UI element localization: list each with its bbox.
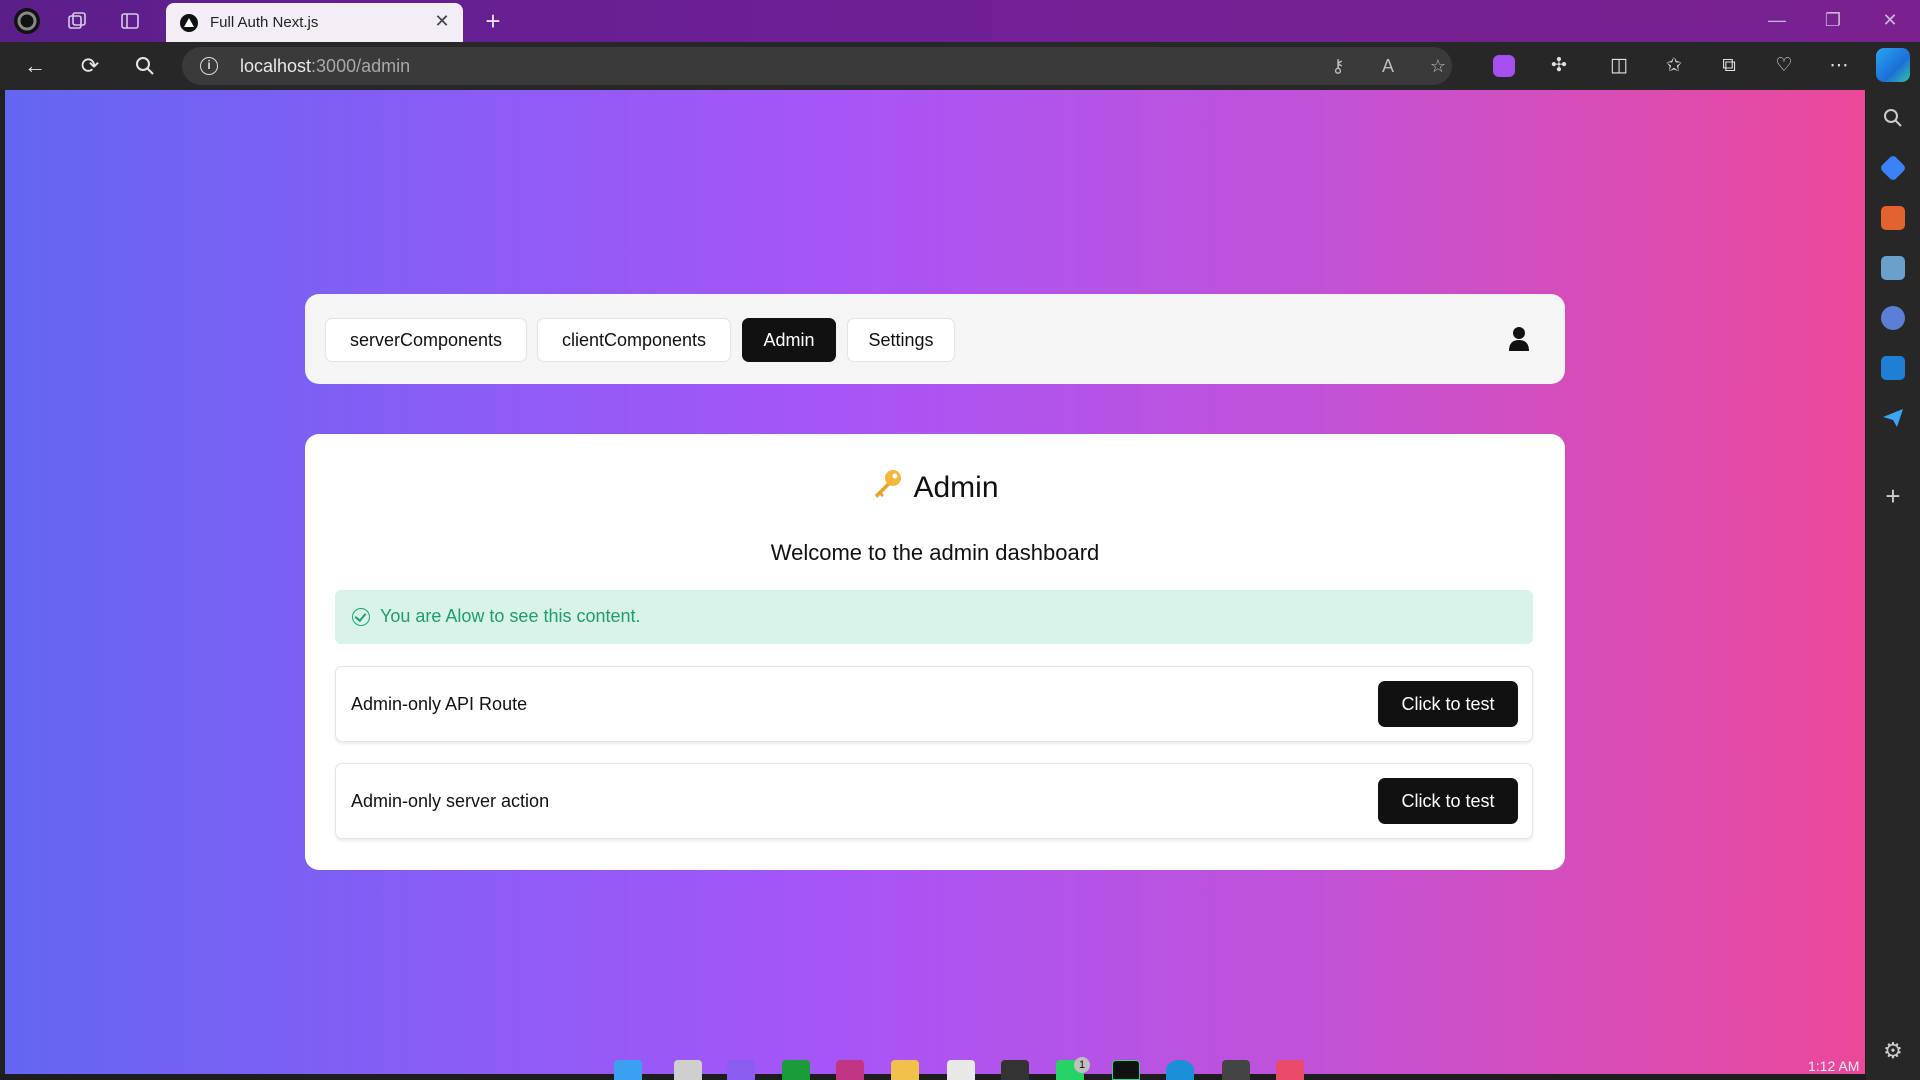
site-info-icon[interactable]: i: [200, 57, 218, 75]
nav-settings[interactable]: Settings: [847, 318, 955, 362]
taskbar-clock[interactable]: 1:12 AM: [1808, 1058, 1859, 1074]
taskbar-store-icon[interactable]: [947, 1060, 975, 1080]
copilot-icon[interactable]: [1876, 48, 1910, 82]
welcome-subtitle: Welcome to the admin dashboard: [770, 540, 1100, 565]
taskbar-snipping-icon[interactable]: [1276, 1060, 1304, 1080]
collections-icon[interactable]: ⧉: [1715, 52, 1743, 80]
taskbar-webstorm-icon[interactable]: [1112, 1060, 1140, 1080]
sidebar-send-icon[interactable]: [1881, 406, 1905, 430]
taskbar-education-icon[interactable]: [1001, 1060, 1029, 1080]
sidebar-search-icon[interactable]: [1881, 106, 1905, 130]
url-host: localhost: [240, 56, 312, 76]
server-action-label: Admin-only server action: [351, 791, 550, 811]
vertical-tabs-icon[interactable]: [115, 6, 145, 36]
page-viewport: serverComponents clientComponents Admin …: [5, 90, 1865, 1076]
tab-title: Full Auth Next.js: [210, 14, 319, 31]
favorites-icon[interactable]: ✩: [1660, 52, 1688, 80]
success-alert: You are Alow to see this content.: [335, 590, 1533, 644]
sidebar-outlook-icon[interactable]: [1881, 356, 1905, 380]
page-title: Admin: [305, 468, 1565, 508]
taskbar-terminal-icon[interactable]: [1222, 1060, 1250, 1080]
nav-client-components[interactable]: clientComponents: [537, 318, 731, 362]
workspaces-icon[interactable]: [62, 6, 92, 36]
sidebar-settings-icon[interactable]: ⚙: [1880, 1038, 1906, 1064]
nav-server-components[interactable]: serverComponents: [325, 318, 527, 362]
windows-taskbar: [0, 1074, 1866, 1080]
profile-avatar-icon[interactable]: [12, 6, 42, 36]
browser-title-bar: Full Auth Next.js ✕ + — ❐ ✕: [0, 0, 1920, 42]
browser-toolbar: ← ⟳ i localhost:3000/admin ⚷ A ☆ ✣ ◫ ✩ ⧉…: [0, 42, 1920, 90]
extensions-puzzle-icon[interactable]: ✣: [1545, 52, 1573, 80]
sidebar-shopping-icon[interactable]: [1879, 154, 1907, 182]
address-bar[interactable]: i localhost:3000/admin ⚷ A ☆: [182, 47, 1452, 85]
check-circle-icon: [352, 608, 370, 626]
taskbar-explorer-icon[interactable]: [891, 1060, 919, 1080]
nextjs-favicon-icon: [180, 14, 198, 32]
nav-admin[interactable]: Admin: [742, 318, 836, 362]
taskbar-edge-icon[interactable]: [1166, 1060, 1194, 1080]
taskbar-start-icon[interactable]: [614, 1060, 642, 1080]
new-tab-button[interactable]: +: [478, 6, 508, 36]
api-route-label: Admin-only API Route: [351, 694, 528, 714]
favorite-star-icon[interactable]: ☆: [1426, 54, 1450, 78]
restore-icon[interactable]: ❐: [1818, 10, 1848, 31]
alert-text: You are Alow to see this content.: [380, 606, 641, 626]
sidebar-copilot-icon[interactable]: [1881, 306, 1905, 330]
notification-badge: 1: [1074, 1057, 1090, 1073]
browser-tab-active[interactable]: Full Auth Next.js ✕: [166, 3, 463, 42]
admin-card: Admin Welcome to the admin dashboard You…: [305, 434, 1565, 870]
api-route-row: Admin-only API Route Click to test: [335, 666, 1533, 742]
more-options-icon[interactable]: ⋯: [1825, 52, 1853, 80]
tab-close-icon[interactable]: ✕: [431, 11, 453, 32]
search-icon[interactable]: [130, 51, 160, 81]
url-text: localhost:3000/admin: [240, 56, 410, 77]
sidebar-games-icon[interactable]: [1881, 256, 1905, 280]
window-close-icon[interactable]: ✕: [1875, 10, 1905, 31]
server-action-row: Admin-only server action Click to test: [335, 763, 1533, 839]
read-aloud-icon[interactable]: A: [1376, 54, 1400, 78]
sidebar-tools-icon[interactable]: [1881, 206, 1905, 230]
refresh-icon[interactable]: ⟳: [75, 51, 105, 81]
taskbar-xbox-icon[interactable]: [782, 1060, 810, 1080]
taskbar-instagram-icon[interactable]: [836, 1060, 864, 1080]
url-path: :3000/admin: [311, 56, 411, 76]
test-server-action-button[interactable]: Click to test: [1378, 778, 1518, 824]
user-avatar-icon[interactable]: [1507, 326, 1531, 352]
password-key-icon[interactable]: ⚷: [1326, 54, 1350, 78]
split-screen-icon[interactable]: ◫: [1605, 52, 1633, 80]
sidebar-add-icon[interactable]: +: [1880, 481, 1906, 512]
key-icon: [871, 468, 903, 508]
minimize-icon[interactable]: —: [1762, 10, 1792, 31]
title-text: Admin: [913, 471, 999, 504]
test-api-route-button[interactable]: Click to test: [1378, 681, 1518, 727]
edge-sidebar: + ⚙: [1866, 90, 1920, 1080]
extension-purple-icon[interactable]: [1490, 52, 1518, 80]
taskbar-copilot-icon[interactable]: [727, 1060, 755, 1080]
browser-essentials-icon[interactable]: ♡: [1770, 52, 1798, 80]
app-navbar: serverComponents clientComponents Admin …: [305, 294, 1565, 384]
taskbar-files-icon[interactable]: [674, 1060, 702, 1080]
back-arrow-icon[interactable]: ←: [20, 51, 50, 81]
